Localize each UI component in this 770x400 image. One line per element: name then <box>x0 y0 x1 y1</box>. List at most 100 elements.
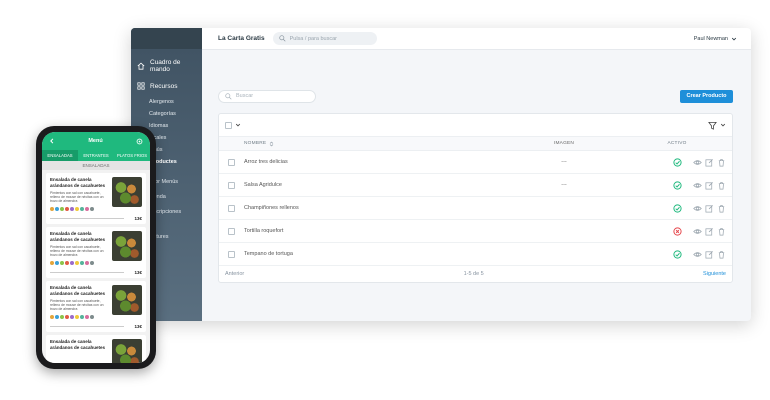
menu-item-price: 13€ <box>134 216 142 221</box>
pagination-prev[interactable]: Anterior <box>225 271 244 277</box>
delete-icon[interactable] <box>717 250 726 259</box>
allergen-icon <box>55 206 59 211</box>
table-row[interactable]: Champiñones rellenos <box>219 197 732 220</box>
product-name: Salsa Agridulce <box>244 182 282 188</box>
brand-name: La Carta Gratis <box>218 35 265 42</box>
table-header: NOMBRE IMAGEN ACTIVO <box>219 137 732 151</box>
back-icon[interactable] <box>49 138 55 144</box>
filter-icon <box>708 121 717 130</box>
row-checkbox[interactable] <box>228 250 235 258</box>
user-menu[interactable]: Paul Newman <box>694 36 737 42</box>
menu-item-photo <box>112 285 142 315</box>
menu-item[interactable]: Ensalada de canela arándanos de cacahuet… <box>46 173 146 224</box>
allergen-icon <box>65 314 69 319</box>
allergen-icon <box>80 314 84 319</box>
home-icon <box>137 62 145 70</box>
product-name: Tortilla roquefort <box>244 228 284 234</box>
product-name: Arroz tres delicias <box>244 159 288 165</box>
row-actions <box>693 250 732 259</box>
edit-icon[interactable] <box>705 204 714 213</box>
menu-item-title: Ensalada de canela arándanos de cacahuet… <box>50 339 106 350</box>
global-search-placeholder: Pulsa / para buscar <box>289 35 337 42</box>
delete-icon[interactable] <box>717 181 726 190</box>
allergen-icon <box>65 206 69 211</box>
settings-icon[interactable] <box>136 138 143 145</box>
allergen-icons <box>50 260 142 265</box>
active-check-icon[interactable] <box>672 180 682 190</box>
view-icon[interactable] <box>693 250 702 259</box>
allergen-icon <box>50 206 54 211</box>
sort-icon <box>270 141 274 146</box>
allergen-icon <box>85 314 89 319</box>
edit-icon[interactable] <box>705 250 714 259</box>
view-icon[interactable] <box>693 227 702 236</box>
bulk-select[interactable] <box>225 121 241 129</box>
menu-item[interactable]: Ensalada de canela arándanos de cacahuet… <box>46 335 146 363</box>
select-all-checkbox[interactable] <box>225 121 232 129</box>
active-check-icon[interactable] <box>672 203 682 213</box>
phone-screen: Menú ENSALADAS ENTRANTES PLATOS FRIOS EN… <box>42 132 150 363</box>
tab-salads[interactable]: ENSALADAS <box>42 150 78 161</box>
allergen-icons <box>50 314 142 319</box>
edit-icon[interactable] <box>705 158 714 167</box>
edit-icon[interactable] <box>705 227 714 236</box>
chevron-down-icon <box>731 37 737 41</box>
product-image: --- <box>561 159 567 165</box>
table-row[interactable]: Tortilla roquefort <box>219 220 732 243</box>
sidebar-item-label: Recursos <box>150 82 178 90</box>
menu-item-price: 13€ <box>134 324 142 329</box>
allergen-icon <box>75 206 79 211</box>
pagination-next[interactable]: Siguiente <box>703 271 726 277</box>
top-bar: La Carta Gratis Pulsa / para buscar Paul… <box>202 28 751 50</box>
row-actions <box>693 204 732 213</box>
row-checkbox[interactable] <box>228 181 235 189</box>
table-row[interactable]: Tempano de tortuga <box>219 243 732 266</box>
allergen-icon <box>70 206 74 211</box>
user-name: Paul Newman <box>693 35 728 42</box>
tab-starters[interactable]: ENTRANTES <box>78 150 114 161</box>
row-checkbox[interactable] <box>228 158 235 166</box>
grid-icon <box>137 82 145 90</box>
table-tools <box>219 114 732 137</box>
view-icon[interactable] <box>693 158 702 167</box>
edit-icon[interactable] <box>705 181 714 190</box>
row-checkbox[interactable] <box>228 204 235 212</box>
row-checkbox[interactable] <box>228 227 235 235</box>
sidebar-subitem-categories[interactable]: Categorías <box>131 108 202 120</box>
phone-mockup: Menú ENSALADAS ENTRANTES PLATOS FRIOS EN… <box>36 126 156 369</box>
tab-cold-dishes[interactable]: PLATOS FRIOS <box>114 150 150 161</box>
view-icon[interactable] <box>693 181 702 190</box>
active-check-icon[interactable] <box>672 249 682 259</box>
products-content: Buscar Crear Producto NOMBRE IMAGEN ACTI… <box>218 89 733 283</box>
allergen-icon <box>50 260 54 265</box>
table-row[interactable]: Salsa Agridulce --- <box>219 174 732 197</box>
products-table-card: NOMBRE IMAGEN ACTIVO Arroz tres delicias… <box>218 113 733 283</box>
allergen-icon <box>60 314 64 319</box>
menu-item[interactable]: Ensalada de canela arándanos de cacahuet… <box>46 227 146 278</box>
table-row[interactable]: Arroz tres delicias --- <box>219 151 732 174</box>
chevron-down-icon <box>720 123 726 127</box>
search-icon <box>225 92 232 100</box>
menu-item[interactable]: Ensalada de canela arándanos de cacahuet… <box>46 281 146 332</box>
view-icon[interactable] <box>693 204 702 213</box>
sidebar-subitem-allergens[interactable]: Alergenos <box>131 96 202 108</box>
delete-icon[interactable] <box>717 204 726 213</box>
allergen-icon <box>80 206 84 211</box>
menu-item-description: Pimientos con sal con cacahuete, relleno… <box>50 191 104 204</box>
product-search-input[interactable]: Buscar <box>218 89 316 103</box>
create-product-button[interactable]: Crear Producto <box>680 89 733 103</box>
filter-button[interactable] <box>708 121 726 130</box>
allergen-icons <box>50 206 142 211</box>
allergen-icon <box>85 206 89 211</box>
delete-icon[interactable] <box>717 227 726 236</box>
delete-icon[interactable] <box>717 158 726 167</box>
inactive-x-icon[interactable] <box>672 226 682 236</box>
global-search-input[interactable]: Pulsa / para buscar <box>272 32 377 45</box>
allergen-icon <box>90 260 94 265</box>
column-header-name[interactable]: NOMBRE <box>244 141 459 147</box>
active-check-icon[interactable] <box>672 157 682 167</box>
table-body: Arroz tres delicias --- Salsa Agridulce ---… <box>219 151 732 266</box>
sidebar-item-resources[interactable]: Recursos <box>131 76 202 96</box>
column-header-label: NOMBRE <box>244 141 267 146</box>
sidebar-item-dashboard[interactable]: Cuadro de mando <box>131 56 202 76</box>
